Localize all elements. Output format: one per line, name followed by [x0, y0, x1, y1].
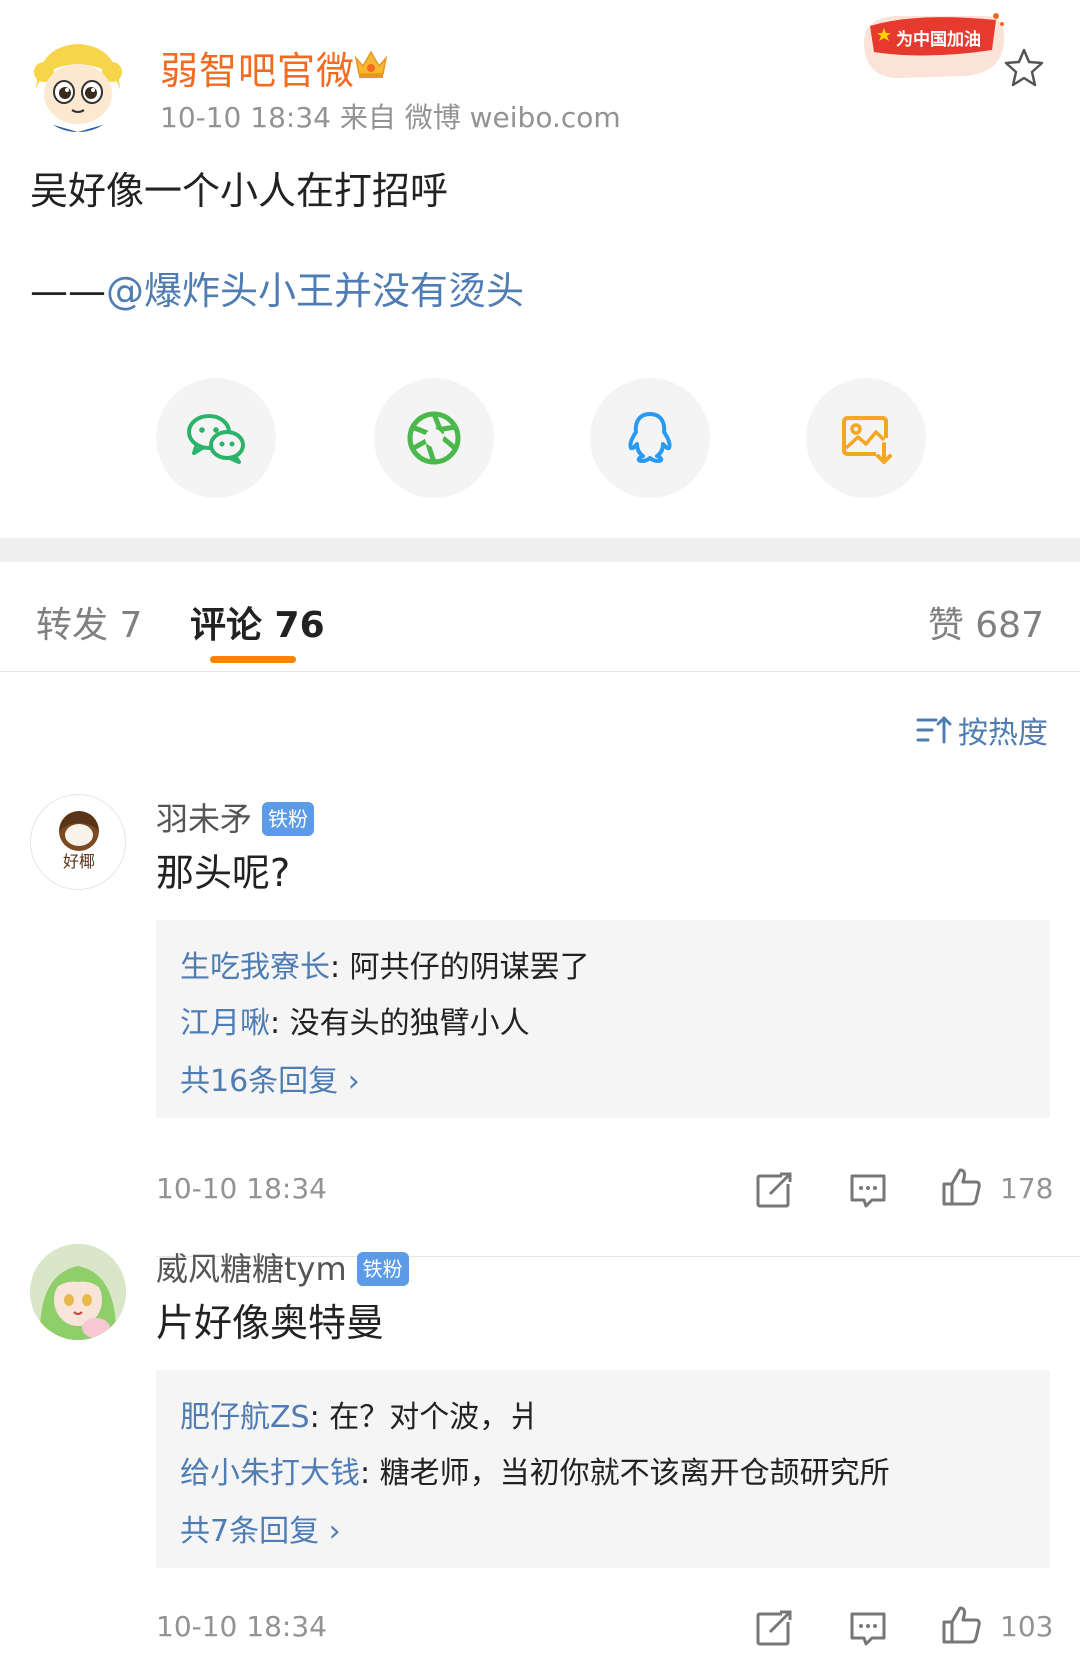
- reply-text: : 糖老师，当初你就不该离开仓颉研究所: [360, 1456, 890, 1491]
- comment-time: 10-10 18:34: [156, 1610, 327, 1643]
- tab-bar: 转发 7 评论 76 赞 687: [0, 562, 1080, 672]
- comment-username[interactable]: 羽未矛 铁粉: [156, 794, 315, 840]
- favorite-star-icon[interactable]: [1002, 46, 1046, 90]
- moments-icon: [407, 411, 461, 465]
- sort-toggle[interactable]: 按热度: [916, 708, 1048, 752]
- username-text[interactable]: 羽未矛: [156, 800, 252, 838]
- author-name[interactable]: 弱智吧官微: [160, 40, 355, 95]
- cheer-banner[interactable]: 为中国加油: [856, 6, 1016, 84]
- credit-prefix: ——: [30, 269, 106, 313]
- tab-comments[interactable]: 评论 76: [190, 596, 325, 648]
- reply-box[interactable]: 生吃我寮长: 阿共仔的阴谋罢了 江月啾: 没有头的独臂小人 共16条回复 ›: [156, 920, 1050, 1118]
- reply-text: : 在？对个波，爿: [309, 1400, 540, 1435]
- like-icon[interactable]: [940, 1602, 984, 1646]
- reply-line[interactable]: 肥仔航ZS: 在？对个波，爿: [180, 1392, 539, 1436]
- comment-avatar[interactable]: [30, 1244, 126, 1340]
- repost-icon[interactable]: [752, 1606, 796, 1650]
- comment-time: 10-10 18:34: [156, 1172, 327, 1205]
- more-replies-link[interactable]: 共7条回复 ›: [180, 1506, 341, 1550]
- username-text[interactable]: 威风糖糖tym: [156, 1250, 347, 1288]
- reply-line[interactable]: 生吃我寮长: 阿共仔的阴谋罢了: [180, 942, 590, 986]
- sort-label: 按热度: [958, 716, 1048, 751]
- like-icon[interactable]: [940, 1164, 984, 1208]
- share-row: [0, 378, 1080, 498]
- post-credit: ——@爆炸头小王并没有烫头: [30, 260, 524, 315]
- wechat-icon: [187, 414, 245, 464]
- qq-icon: [628, 412, 672, 463]
- reply-icon[interactable]: [846, 1606, 890, 1650]
- tab-repost[interactable]: 转发 7: [36, 596, 142, 648]
- tab-likes[interactable]: 赞 687: [928, 596, 1044, 648]
- fan-badge: 铁粉: [262, 802, 315, 836]
- active-tab-indicator: [210, 656, 296, 663]
- reply-box[interactable]: 肥仔航ZS: 在？对个波，爿 给小朱打大钱: 糖老师，当初你就不该离开仓颉研究所…: [156, 1370, 1050, 1568]
- like-count: 103: [1000, 1610, 1054, 1643]
- more-replies-link[interactable]: 共16条回复 ›: [180, 1056, 360, 1100]
- repost-icon[interactable]: [752, 1168, 796, 1212]
- reply-text: : 没有头的独臂小人: [270, 1006, 530, 1041]
- share-qq-button[interactable]: [590, 378, 710, 498]
- comment-avatar[interactable]: 好椰: [30, 794, 126, 890]
- reply-username[interactable]: 肥仔航ZS: [180, 1400, 310, 1435]
- section-separator: [0, 538, 1080, 562]
- reply-icon[interactable]: [846, 1168, 890, 1212]
- author-avatar[interactable]: [30, 36, 126, 132]
- comment-username[interactable]: 威风糖糖tym 铁粉: [156, 1244, 409, 1290]
- reply-line[interactable]: 给小朱打大钱: 糖老师，当初你就不该离开仓颉研究所: [180, 1448, 890, 1492]
- sort-icon: [916, 716, 952, 744]
- post-meta: 10-10 18:34 来自 微博 weibo.com: [160, 101, 621, 134]
- post-header: 弱智吧官微 10-10 18:34 来自 微博 weibo.com 为中国加油: [0, 0, 1080, 140]
- like-count: 178: [1000, 1172, 1054, 1205]
- banner-text: 为中国加油: [896, 29, 981, 50]
- avatar-label: 好椰: [63, 852, 95, 871]
- fan-badge: 铁粉: [356, 1252, 409, 1286]
- crown-icon: [352, 44, 390, 82]
- reply-username[interactable]: 给小朱打大钱: [180, 1456, 360, 1491]
- reply-username[interactable]: 江月啾: [180, 1006, 270, 1041]
- reply-line[interactable]: 江月啾: 没有头的独臂小人: [180, 998, 530, 1042]
- save-image-button[interactable]: [806, 378, 926, 498]
- credit-mention-link[interactable]: @爆炸头小王并没有烫头: [106, 269, 524, 313]
- share-moments-button[interactable]: [374, 378, 494, 498]
- save-image-icon: [842, 416, 892, 464]
- share-wechat-button[interactable]: [156, 378, 276, 498]
- post-text: 吴好像一个小人在打招呼: [30, 169, 449, 213]
- reply-text: : 阿共仔的阴谋罢了: [330, 950, 590, 985]
- comment-text: 片好像奥特曼: [156, 1301, 385, 1345]
- comment-text: 那头呢?: [156, 851, 291, 895]
- reply-username[interactable]: 生吃我寮长: [180, 950, 330, 985]
